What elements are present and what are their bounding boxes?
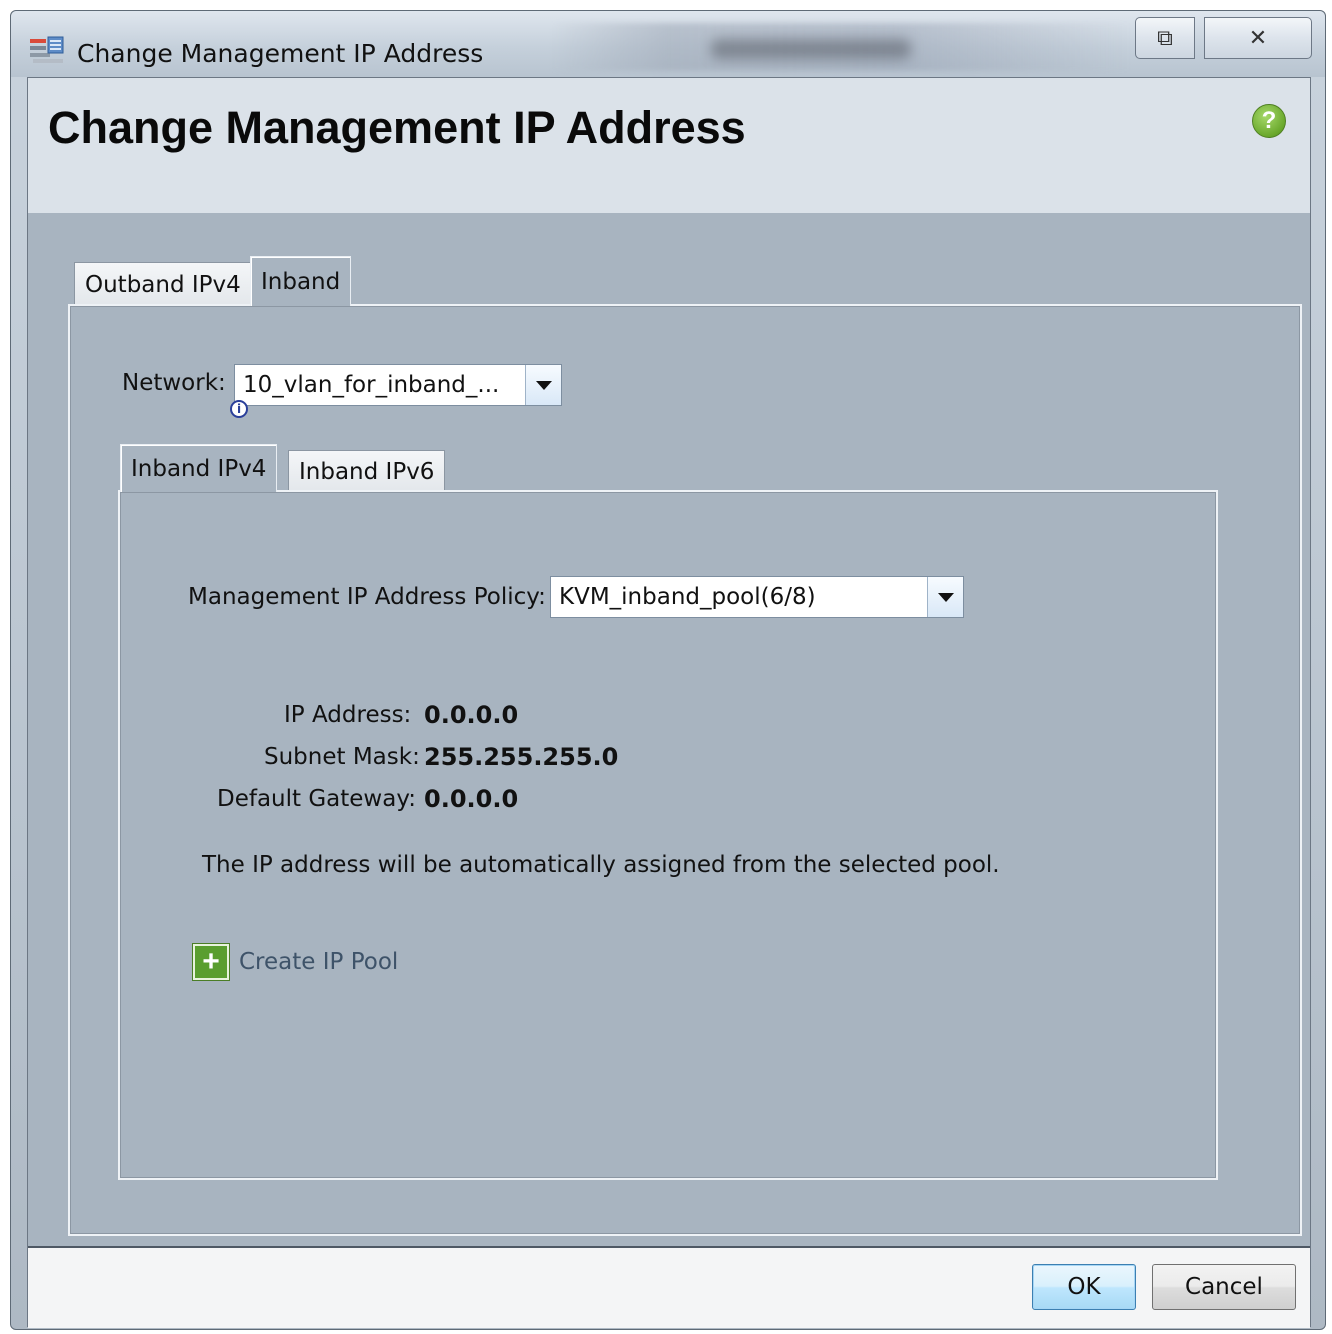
tab-label: Inband IPv4 [131, 455, 267, 482]
add-icon: + [193, 944, 229, 980]
default-gateway-value: 0.0.0.0 [424, 785, 519, 813]
background-blur-text [711, 39, 911, 59]
cancel-button[interactable]: Cancel [1152, 1264, 1296, 1310]
auto-assign-note: The IP address will be automatically ass… [202, 852, 1000, 878]
dialog-window: Change Management IP Address ⧉ ✕ Change … [10, 10, 1326, 1330]
subnet-mask-label: Subnet Mask: [264, 744, 420, 770]
chevron-down-icon [937, 592, 954, 602]
tab-outband-ipv4[interactable]: Outband IPv4 [74, 262, 252, 306]
chevron-down-icon [535, 380, 552, 390]
network-dropdown-button[interactable] [525, 365, 561, 405]
title-bar[interactable]: Change Management IP Address ⧉ ✕ [11, 11, 1325, 77]
network-select-value: 10_vlan_for_inband_... [243, 372, 500, 398]
close-icon: ✕ [1248, 25, 1268, 51]
create-ip-pool-label: Create IP Pool [239, 949, 399, 975]
dialog-footer: OK Cancel [28, 1246, 1310, 1328]
tab-inband[interactable]: Inband [250, 256, 352, 306]
policy-select[interactable]: KVM_inband_pool(6/8) [550, 576, 964, 618]
restore-icon: ⧉ [1157, 25, 1173, 51]
restore-button[interactable]: ⧉ [1135, 17, 1195, 59]
policy-label: Management IP Address Policy: [188, 584, 546, 610]
tab-inband-ipv4[interactable]: Inband IPv4 [120, 444, 278, 492]
subnet-mask-value: 255.255.255.0 [424, 743, 619, 771]
tab-label: Inband IPv6 [299, 458, 435, 485]
ip-address-label: IP Address: [284, 702, 412, 728]
network-select[interactable]: 10_vlan_for_inband_... [234, 364, 562, 406]
info-icon: i [230, 400, 248, 418]
page-title: Change Management IP Address [48, 102, 746, 153]
header-band: Change Management IP Address ? [28, 78, 1310, 213]
app-icon [30, 36, 64, 63]
ip-address-value: 0.0.0.0 [424, 701, 519, 729]
help-icon[interactable]: ? [1252, 104, 1286, 138]
default-gateway-label: Default Gateway: [217, 786, 417, 812]
tab-inband-ipv6[interactable]: Inband IPv6 [288, 450, 446, 492]
create-ip-pool-link[interactable]: + Create IP Pool [193, 944, 398, 980]
policy-dropdown-button[interactable] [927, 577, 963, 617]
policy-select-value: KVM_inband_pool(6/8) [559, 584, 816, 610]
window-title: Change Management IP Address [77, 39, 484, 68]
ok-button[interactable]: OK [1032, 1264, 1136, 1310]
network-label: Network: [122, 370, 226, 396]
close-button[interactable]: ✕ [1204, 17, 1312, 59]
tab-label: Inband [261, 268, 341, 295]
tab-label: Outband IPv4 [85, 271, 241, 298]
dialog-client: Change Management IP Address ? Outband I… [27, 77, 1311, 1328]
